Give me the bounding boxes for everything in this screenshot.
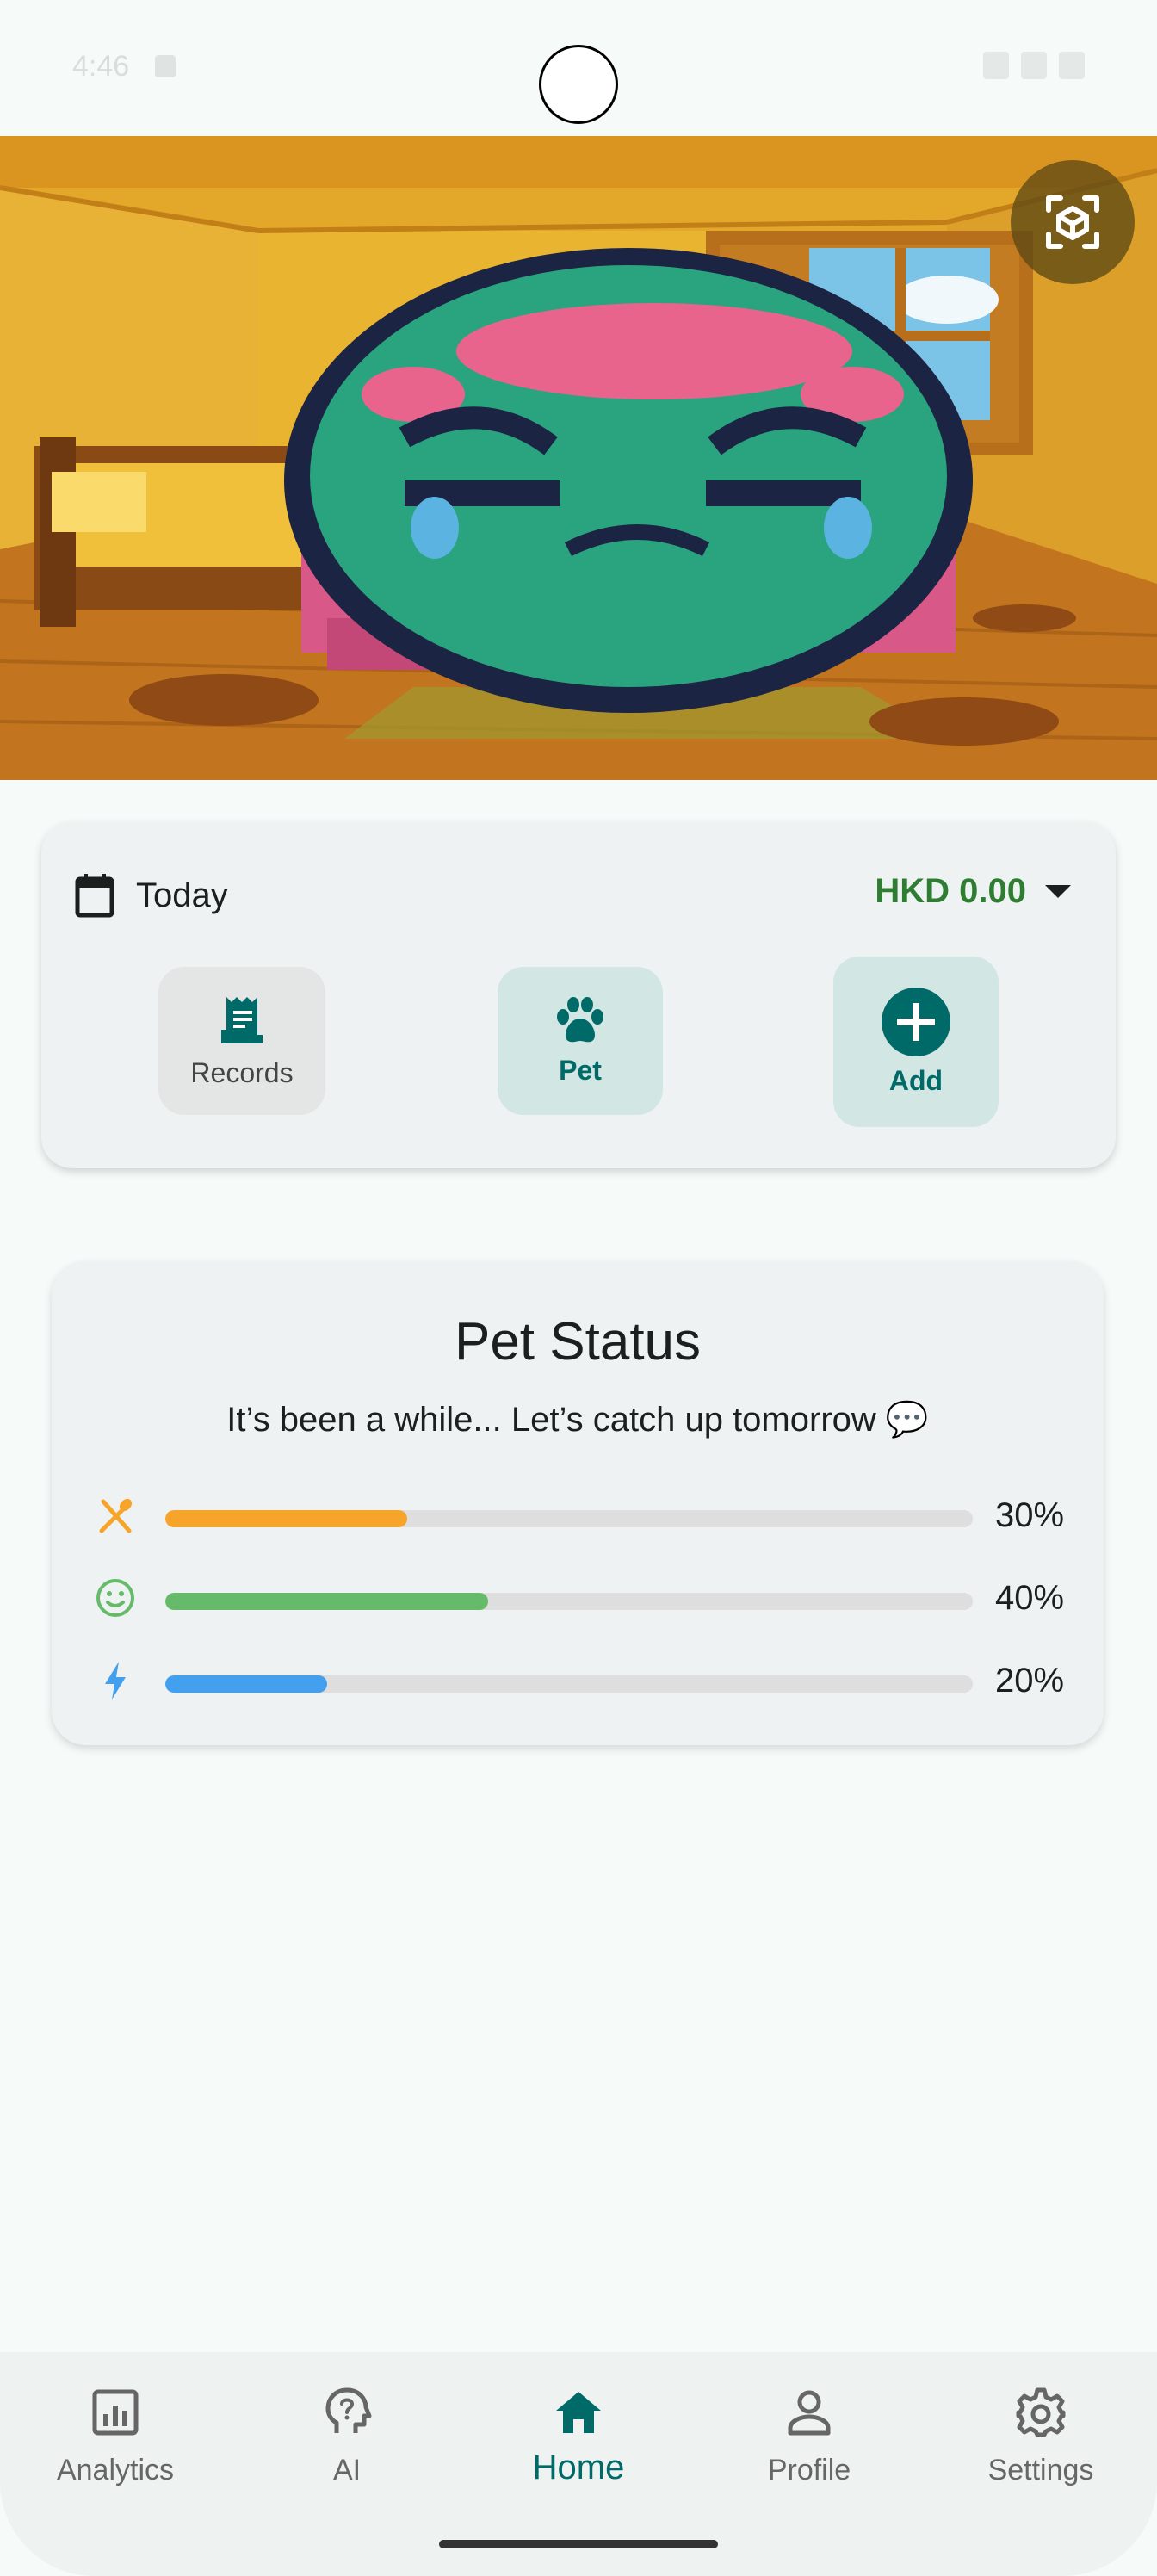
- energy-progress-fill: [165, 1675, 327, 1693]
- ar-view-button[interactable]: [1011, 160, 1135, 284]
- cube-scan-icon: [1046, 195, 1099, 249]
- nav-ai-label: AI: [332, 2454, 362, 2486]
- signal-icon: [1021, 52, 1047, 79]
- notification-icon: [155, 55, 176, 77]
- hunger-percent: 30%: [995, 1496, 1065, 1534]
- calendar-icon: [75, 874, 114, 918]
- receipt-icon: [221, 996, 263, 1043]
- happiness-progress-bar: [165, 1593, 973, 1610]
- date-selector[interactable]: Today: [74, 872, 228, 919]
- lightning-icon: [105, 1662, 126, 1700]
- gear-icon: [1016, 2387, 1066, 2437]
- nav-profile[interactable]: Profile: [715, 2387, 904, 2487]
- pet-button[interactable]: Pet: [498, 967, 663, 1115]
- nav-ai[interactable]: AI: [252, 2387, 442, 2487]
- add-label: Add: [888, 1064, 944, 1096]
- pet-status-message: It’s been a while... Let’s catch up tomo…: [226, 1401, 929, 1439]
- status-time: 4:46: [72, 50, 130, 83]
- add-button[interactable]: Add: [833, 957, 999, 1127]
- home-icon: [556, 2392, 601, 2433]
- pet-label: Pet: [559, 1054, 602, 1086]
- plus-circle-icon: [882, 987, 950, 1056]
- date-label: Today: [136, 876, 228, 914]
- chevron-down-icon: [1045, 885, 1071, 898]
- nav-home-label: Home: [532, 2449, 625, 2486]
- camera-cutout: [539, 45, 618, 124]
- hunger-progress-bar: [165, 1510, 973, 1527]
- energy-progress-bar: [165, 1675, 973, 1693]
- hunger-progress-fill: [165, 1510, 408, 1527]
- happiness-progress-fill: [165, 1593, 489, 1610]
- happiness-percent: 40%: [995, 1579, 1065, 1617]
- phone-screen: 4:46 Today HKD 0.00 Records Pet Add Pet …: [0, 0, 1157, 2576]
- battery-icon: [1059, 52, 1085, 79]
- pet-scene: [0, 136, 1157, 780]
- nav-analytics[interactable]: Analytics: [21, 2387, 210, 2487]
- fork-knife-icon: [99, 1498, 133, 1533]
- records-label: Records: [190, 1056, 294, 1088]
- records-button[interactable]: Records: [158, 967, 325, 1115]
- hunger-stat-row: 30%: [52, 1489, 1104, 1541]
- wifi-icon: [983, 52, 1009, 79]
- nav-home[interactable]: Home: [484, 2387, 673, 2487]
- nav-profile-label: Profile: [767, 2454, 851, 2486]
- nav-settings-label: Settings: [987, 2454, 1094, 2486]
- summary-card: Today HKD 0.00 Records Pet Add: [41, 822, 1116, 1168]
- nav-analytics-label: Analytics: [56, 2454, 175, 2486]
- nav-settings[interactable]: Settings: [946, 2387, 1135, 2487]
- pet-status-title: Pet Status: [454, 1312, 702, 1372]
- status-icons: [983, 52, 1085, 79]
- status-bar: 4:46: [0, 0, 1157, 136]
- analytics-icon: [92, 2389, 139, 2436]
- pet-status-card: Pet Status It’s been a while... Let’s ca…: [52, 1261, 1104, 1745]
- pet-room-illustration: [0, 136, 1157, 780]
- currency-balance-dropdown[interactable]: HKD 0.00: [875, 872, 1071, 911]
- ai-head-icon: [325, 2387, 372, 2433]
- energy-percent: 20%: [995, 1662, 1065, 1700]
- home-indicator[interactable]: [439, 2540, 718, 2548]
- energy-stat-row: 20%: [52, 1655, 1104, 1706]
- person-icon: [788, 2390, 831, 2436]
- smiley-icon: [96, 1579, 134, 1617]
- paw-icon: [557, 996, 603, 1042]
- balance-value: HKD 0.00: [875, 872, 1026, 910]
- happiness-stat-row: 40%: [52, 1572, 1104, 1624]
